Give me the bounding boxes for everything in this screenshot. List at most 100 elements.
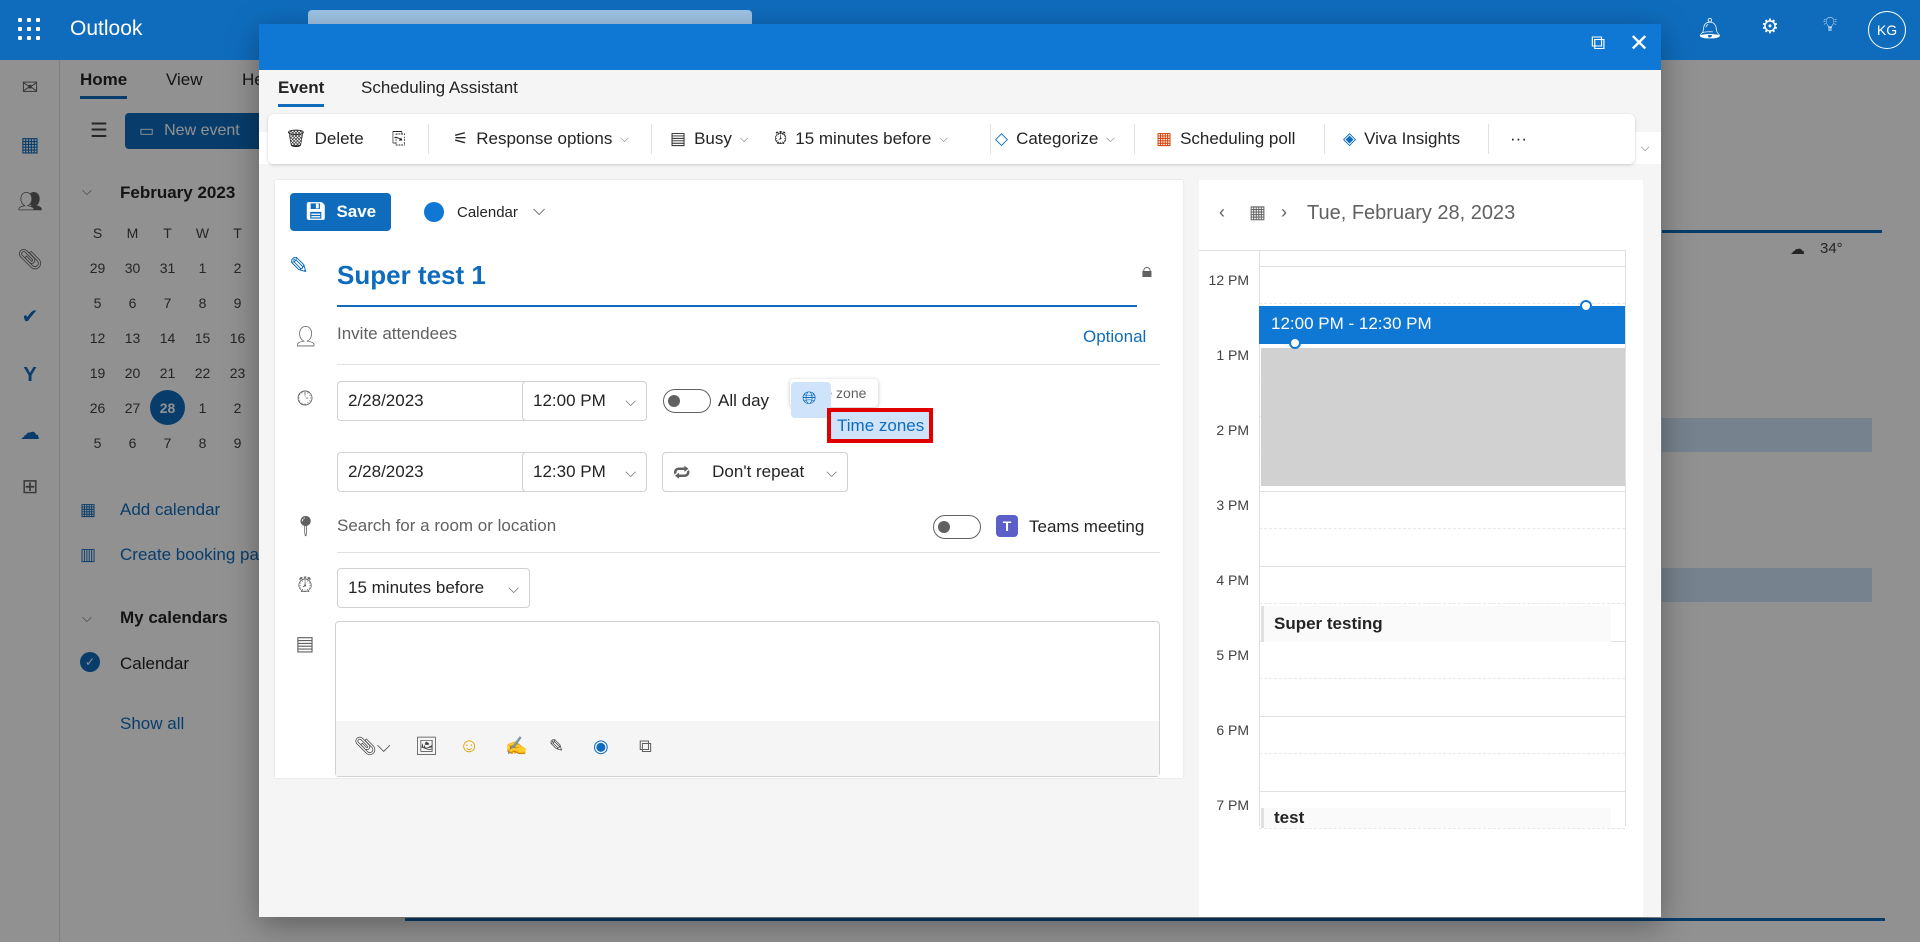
tab-scheduling-assistant[interactable]: Scheduling Assistant [361,78,518,98]
chevron-down-icon: ⌵ [508,579,519,596]
resize-handle[interactable] [1580,300,1592,312]
avatar[interactable]: KG [1868,11,1906,49]
half-hour-line [1259,678,1625,679]
title-underline [337,305,1137,307]
clock-icon: 🕒︎ [297,388,313,410]
reminder-button[interactable]: ⏰︎ 15 minutes before ⌵ [774,114,948,164]
app-launcher-icon[interactable] [18,18,40,40]
day-view-date[interactable]: Tue, February 28, 2023 [1307,202,1515,225]
reminder-label: 15 minutes before [795,129,932,148]
teams-meeting-toggle[interactable] [933,515,981,539]
response-options-button[interactable]: ⚟ Response options ⌵ [453,114,629,164]
calendar-event[interactable]: Super testing [1261,606,1611,642]
divider [1199,250,1625,251]
reminder-value: 15 minutes before [348,578,485,597]
today-icon[interactable]: ▦ [1249,202,1266,223]
tag-icon: ◇ [995,129,1009,148]
calendar-selector[interactable]: Calendar [457,204,518,221]
people-add-icon: 👤︎ [293,326,319,348]
start-time-select[interactable]: 12:00 PM ⌵ [522,381,647,421]
optional-link[interactable]: Optional [1083,327,1146,347]
all-day-toggle[interactable] [663,389,711,413]
chevron-down-icon: ⌵ [1106,132,1115,145]
hour-label: 6 PM [1216,722,1249,738]
hour-line [1259,491,1625,492]
start-date-value: 2/28/2023 [348,391,424,410]
lightbulb-icon[interactable]: 💡︎ [1815,14,1845,37]
end-time-select[interactable]: 12:30 PM ⌵ [522,452,647,492]
viva-insights-button[interactable]: ◈ Viva Insights [1343,114,1460,164]
delete-label: Delete [314,129,364,148]
chevron-down-icon[interactable]: ⌵ [1641,142,1649,155]
globe-icon: 🌐︎ [802,388,817,408]
save-button[interactable]: 💾︎ Save [290,193,391,231]
dialog-header: ⧉ ✕ [259,24,1661,70]
scheduling-poll-button[interactable]: ▦ Scheduling poll [1156,114,1295,164]
gear-icon[interactable]: ⚙ [1755,14,1785,39]
more-button[interactable]: ··· [1510,114,1527,164]
emoji-icon[interactable]: ☺ [459,735,479,758]
divider [337,364,1160,365]
half-hour-line [1259,603,1625,604]
divider [428,124,429,154]
pop-out-icon[interactable]: ⧉ [1591,32,1605,55]
app-title: Outlook [70,17,143,40]
divider [1324,124,1325,154]
image-icon[interactable]: 🖼︎ [415,736,438,757]
categorize-label: Categorize [1016,129,1099,148]
hour-line [1259,266,1625,267]
end-date-input[interactable]: 2/28/2023▦ [337,452,550,492]
divider [1488,124,1489,154]
all-day-label: All day [718,391,770,410]
bell-icon[interactable]: 🔔︎ [1695,16,1725,41]
chevron-left-icon[interactable]: ‹ [1219,202,1225,223]
divider [990,124,991,154]
reminder-select[interactable]: 15 minutes before ⌵ [337,568,530,608]
tab-event[interactable]: Event [278,78,325,107]
event-title-input[interactable]: Super test 1 [337,260,486,291]
resize-handle[interactable] [1289,337,1301,349]
start-time-value: 12:00 PM [533,391,606,410]
lock-icon[interactable]: 🔒︎ [1135,260,1159,283]
start-date-input[interactable]: 2/28/2023▦ [337,381,550,421]
calendar-color-dot [424,202,444,222]
divider [337,552,1160,553]
half-hour-line [1259,828,1625,829]
hour-label: 12 PM [1208,272,1249,288]
trash-icon: 🗑︎ [285,129,307,148]
chevron-down-icon: ⌵ [939,132,948,145]
copy-icon: ⎘ [392,129,406,148]
location-input[interactable]: Search for a room or location [337,516,556,536]
copy-button[interactable]: ⎘ [392,114,406,164]
hour-label: 7 PM [1216,797,1249,813]
categorize-button[interactable]: ◇ Categorize ⌵ [995,114,1115,164]
loop-icon[interactable]: ◉ [593,736,609,757]
options-icon: ⚟ [453,129,469,148]
viva-icon: ◈ [1343,129,1357,148]
close-icon[interactable]: ✕ [1629,29,1649,58]
busy-label: Busy [694,129,732,148]
save-icon: 💾︎ [304,202,327,221]
chevron-down-icon[interactable]: ⌵ [533,202,545,220]
attach-icon[interactable]: 📎︎⌵ [354,736,391,757]
busy-button[interactable]: ▤ Busy ⌵ [670,114,748,164]
format-icon[interactable]: ✍ [505,736,527,757]
calendar-event[interactable]: test [1261,808,1611,828]
apps-icon[interactable]: ⧉ [639,736,652,757]
response-options-label: Response options [476,129,613,148]
delete-button[interactable]: 🗑︎ Delete [285,114,364,164]
event-dialog: ⧉ ✕ Event Scheduling Assistant 🗑︎ Delete … [259,24,1661,917]
repeat-select[interactable]: 🔁︎ Don't repeat ⌵ [662,452,848,492]
scheduling-poll-label: Scheduling poll [1180,129,1296,148]
save-label: Save [336,202,377,221]
teams-icon: T [996,515,1018,537]
hour-label: 2 PM [1216,422,1249,438]
location-icon: 📍︎ [293,516,319,538]
notes-icon: ▤ [295,633,315,655]
new-event-block[interactable]: 12:00 PM - 12:30 PM [1259,306,1625,344]
chevron-down-icon: ⌵ [739,132,749,145]
chevron-right-icon[interactable]: › [1281,202,1287,223]
status-icon: ▤ [670,129,687,148]
invite-attendees-input[interactable]: Invite attendees [337,324,457,344]
pen-icon[interactable]: ✎ [549,736,564,757]
